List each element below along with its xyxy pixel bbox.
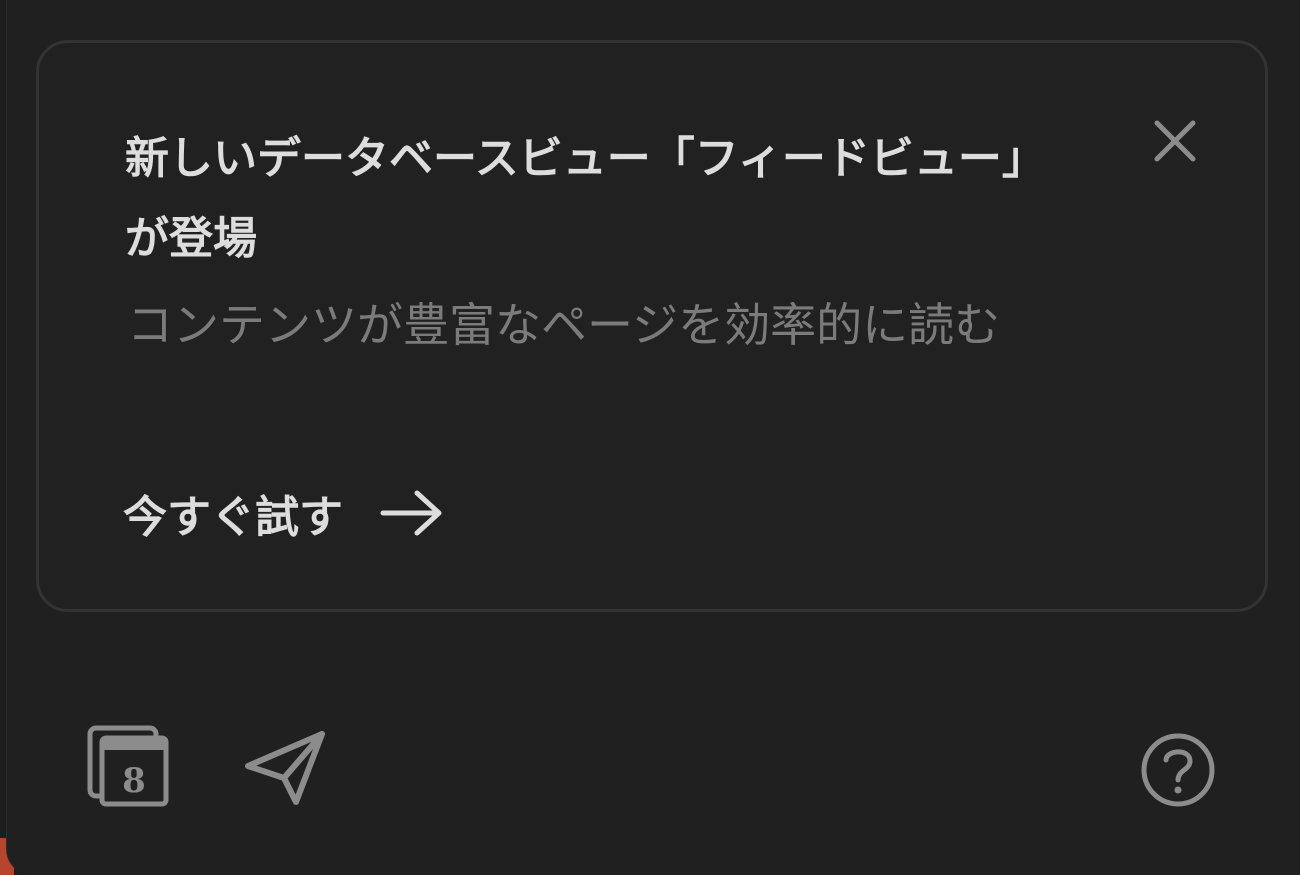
try-now-label: 今すぐ試す bbox=[123, 492, 343, 543]
help-button[interactable] bbox=[1134, 726, 1222, 814]
send-icon bbox=[245, 731, 325, 805]
close-button[interactable] bbox=[1137, 103, 1213, 179]
calendar-icon: 8 bbox=[87, 725, 169, 807]
arrow-right-icon bbox=[380, 490, 442, 536]
close-icon bbox=[1154, 120, 1196, 162]
try-now-button[interactable]: 今すぐ試す bbox=[123, 479, 445, 547]
calendar-day-label: 8 bbox=[122, 761, 146, 801]
send-button[interactable] bbox=[238, 722, 332, 812]
calendar-button[interactable]: 8 bbox=[84, 722, 174, 812]
promo-card-subtitle: コンテンツが豊富なページを効率的に読む bbox=[127, 298, 1001, 352]
help-icon bbox=[1141, 733, 1215, 807]
promo-card-title: 新しいデータベースビュー「フィードビュー」が登場 bbox=[125, 133, 1046, 264]
promo-card: 新しいデータベースビュー「フィードビュー」が登場 コンテンツが豊富なページを効率… bbox=[36, 40, 1268, 612]
